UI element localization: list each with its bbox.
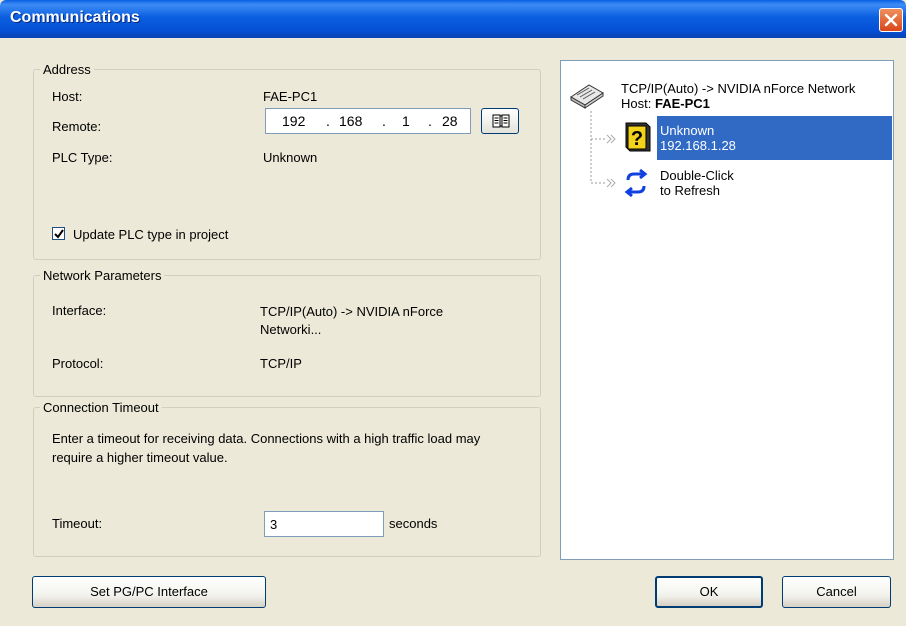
ip-octet-1[interactable]: 192 [282,113,305,129]
network-tree-view[interactable]: TCP/IP(Auto) -> NVIDIA nForce Network Ho… [560,60,894,560]
tree-item-refresh-line1: Double-Click [660,168,734,183]
close-button[interactable] [879,8,903,32]
address-book-icon [492,114,510,128]
network-parameters-legend: Network Parameters [43,268,162,283]
timeout-input[interactable] [264,511,384,537]
ip-octet-2[interactable]: 168 [339,113,362,129]
question-mark-plc-icon: ? [625,122,651,152]
tree-item-unknown-plc[interactable]: Unknown 192.168.1.28 [660,123,736,153]
svg-text:?: ? [631,128,643,150]
tree-root-host-name: FAE-PC1 [654,96,710,111]
timeout-label: Timeout: [52,516,103,531]
interface-value: TCP/IP(Auto) -> NVIDIA nForce Networki..… [260,304,444,337]
tree-item-unknown-ip: 192.168.1.28 [660,138,736,153]
window-title: Communications [10,9,140,26]
tree-item-unknown-name: Unknown [660,123,715,138]
address-book-button[interactable] [481,108,519,134]
timeout-unit: seconds [389,516,438,531]
timeout-description: Enter a timeout for receiving data. Conn… [52,431,481,465]
protocol-label: Protocol: [52,356,104,371]
refresh-icon [624,168,648,198]
address-legend: Address [43,62,91,77]
tree-item-refresh-line2: to Refresh [660,183,720,198]
title-bar[interactable]: Communications [0,0,906,38]
protocol-value: TCP/IP [260,356,302,371]
close-icon [884,13,898,27]
update-plc-type-checkbox[interactable] [52,227,65,240]
plc-type-label: PLC Type: [52,150,113,165]
set-pgpc-interface-button[interactable]: Set PG/PC Interface [32,576,266,608]
ip-octet-3[interactable]: 1 [402,113,410,129]
remote-ip-input[interactable]: 192 . 168 . 1 . 28 [265,108,471,134]
ip-octet-4[interactable]: 28 [442,113,458,129]
communications-dialog: Communications Address Host: FAE-PC1 Rem… [0,0,906,626]
host-value: FAE-PC1 [263,89,318,104]
plc-type-value: Unknown [263,150,318,165]
update-plc-type-label[interactable]: Update PLC type in project [73,227,228,242]
connection-timeout-legend: Connection Timeout [43,400,159,415]
interface-label: Interface: [52,303,107,318]
ok-button[interactable]: OK [655,576,763,608]
checkmark-icon [54,229,64,239]
remote-label: Remote: [52,119,102,134]
host-label: Host: [52,89,83,104]
cancel-button[interactable]: Cancel [782,576,891,608]
tree-item-refresh[interactable]: Double-Click to Refresh [660,168,734,198]
